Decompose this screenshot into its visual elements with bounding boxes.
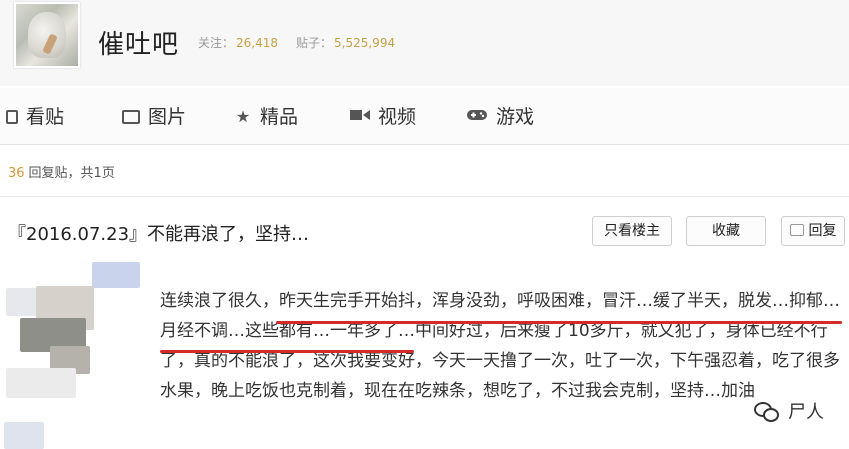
tab-featured[interactable]: ★ 精品 (234, 104, 298, 130)
video-icon (350, 108, 370, 126)
reply-button[interactable]: 回复 (781, 216, 845, 246)
forum-name[interactable]: 催吐吧 (98, 24, 179, 61)
tab-games-label: 游戏 (496, 106, 535, 128)
follow-label: 关注： (198, 36, 235, 50)
post-title: 『2016.07.23』不能再浪了，坚持… (8, 224, 310, 245)
forum-header: 催吐吧 关注： 26,418 贴子： 5,525,994 (0, 0, 849, 86)
star-icon: ★ (235, 107, 251, 126)
reply-info: 36 回复贴，共1页 (8, 162, 115, 181)
tab-images-label: 图片 (148, 106, 187, 128)
tab-video-label: 视频 (378, 106, 417, 128)
divider (0, 196, 849, 197)
highlight-underline (160, 350, 414, 353)
posts-count: 5,525,994 (334, 36, 396, 50)
forum-avatar[interactable] (14, 2, 80, 68)
post-line: 连续浪了很久，昨天生完手开始抖，浑身没劲，呼吸困难，冒汗…缓了半天，脱发…抑郁… (160, 291, 840, 311)
gamepad-icon (466, 108, 488, 126)
posts-label: 贴子： (296, 36, 333, 50)
tab-games[interactable]: 游戏 (466, 104, 534, 130)
reply-icon (789, 224, 804, 236)
follow-count: 26,418 (236, 36, 279, 50)
favorite-button[interactable]: 收藏 (686, 216, 766, 246)
tab-video[interactable]: 视频 (350, 104, 416, 130)
reply-button-label: 回复 (808, 223, 837, 239)
follow-stat: 关注： 26,418 (198, 34, 278, 51)
watermark-text: 尸人 (788, 402, 824, 423)
tab-images[interactable]: 图片 (122, 104, 186, 130)
forum-tab-bar: 看贴 图片 ★ 精品 视频 游戏 (0, 88, 849, 145)
tab-posts[interactable]: 看贴 (6, 104, 64, 130)
tab-featured-label: 精品 (260, 106, 299, 128)
reply-count: 36 (8, 166, 25, 181)
only-op-button[interactable]: 只看楼主 (592, 216, 672, 246)
highlight-underline (276, 321, 842, 324)
wechat-watermark: 尸人 (754, 398, 824, 424)
tab-posts-label: 看贴 (26, 106, 65, 128)
posts-stat: 贴子： 5,525,994 (296, 34, 395, 51)
wechat-icon (754, 401, 780, 422)
reply-info-text: 回复贴，共1页 (28, 166, 115, 181)
post-line: 水果，晚上吃饭也克制着，现在在吃辣条，想吃了，不过我会克制，坚持…加油 (160, 381, 755, 401)
author-avatar-blurred (0, 258, 150, 449)
page-icon (6, 110, 18, 124)
image-icon (122, 110, 140, 124)
